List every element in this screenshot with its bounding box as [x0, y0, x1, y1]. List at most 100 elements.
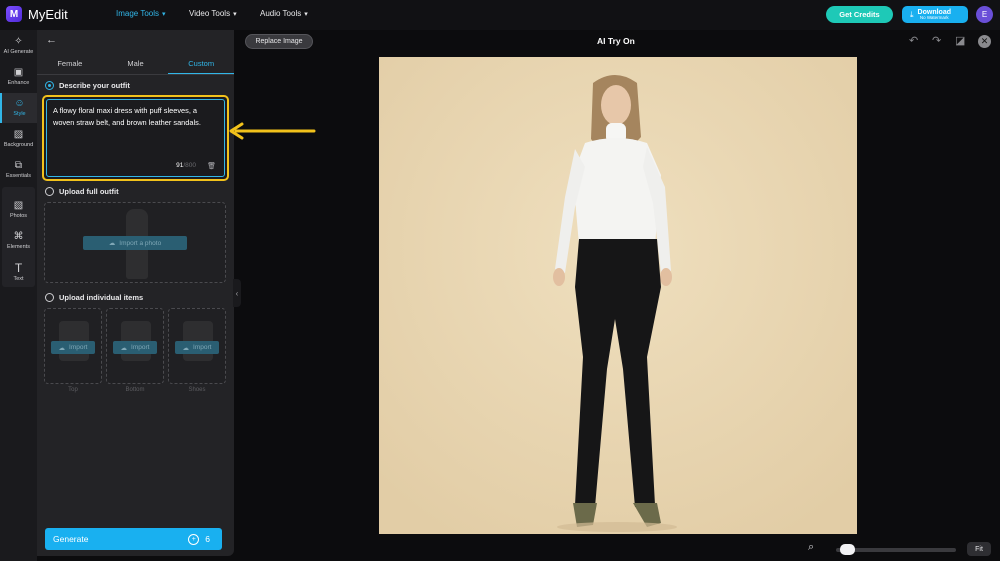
cloud-upload-icon: ☁: [58, 344, 66, 352]
rail-item-style[interactable]: ☺ Style: [0, 93, 37, 123]
import-bottom-button[interactable]: ☁ Import: [113, 341, 157, 354]
zoom-icon: ⌕: [808, 541, 815, 553]
rail-item-elements[interactable]: ⌘ Elements: [0, 226, 37, 256]
rail-item-essentials[interactable]: ⧉ Essentials: [0, 155, 37, 185]
app-logo[interactable]: M MyEdit: [6, 6, 68, 22]
chevron-down-icon: ▾: [304, 10, 308, 18]
rail-item-label: Essentials: [5, 173, 32, 179]
cloud-upload-icon: ☁: [108, 240, 116, 247]
background-icon: ▨: [13, 129, 24, 140]
rail-item-background[interactable]: ▨ Background: [0, 124, 37, 154]
download-button[interactable]: ⤓ Download No Watermark: [902, 6, 968, 23]
highlight-arrow-icon: [229, 122, 316, 140]
full-outfit-radio[interactable]: [45, 187, 54, 196]
nav-image-tools[interactable]: Image Tools ▾: [116, 9, 166, 18]
person-style-icon: ☺: [14, 98, 25, 109]
elements-icon: ⌘: [13, 231, 24, 242]
model-photo: [379, 57, 857, 534]
full-outfit-dropzone[interactable]: ☁ Import a photo: [44, 202, 226, 283]
nav-image-tools-label: Image Tools: [116, 9, 159, 18]
generate-cost: + 6: [188, 533, 210, 545]
describe-radio[interactable]: [45, 81, 54, 90]
collapse-panel-handle[interactable]: ‹: [233, 279, 241, 307]
logo-mark: M: [6, 6, 22, 22]
import-shoes-button[interactable]: ☁ Import: [175, 341, 219, 354]
import-shoes-label: Import: [193, 344, 212, 351]
top-dropzone[interactable]: ☁ Import: [44, 308, 102, 384]
close-icon[interactable]: ✕: [978, 35, 991, 48]
outfit-description-input[interactable]: A flowy floral maxi dress with puff slee…: [46, 99, 225, 177]
import-top-button[interactable]: ☁ Import: [51, 341, 95, 354]
download-icon: ⤓: [910, 9, 914, 19]
fit-button[interactable]: Fit: [967, 542, 991, 556]
rail-item-enhance[interactable]: ▣ Enhance: [0, 62, 37, 92]
tab-male[interactable]: Male: [103, 55, 169, 75]
avatar[interactable]: E: [976, 6, 993, 23]
photos-icon: ▧: [13, 200, 24, 211]
generate-cost-value: 6: [205, 534, 210, 544]
rail-item-label: Background: [3, 142, 34, 148]
text-icon: T: [14, 261, 23, 275]
page-title: AI Try On: [597, 36, 635, 46]
tab-custom[interactable]: Custom: [168, 55, 235, 75]
trash-icon[interactable]: 🗑: [207, 161, 216, 173]
outfit-description-highlight: A flowy floral maxi dress with puff slee…: [42, 95, 229, 181]
full-outfit-option[interactable]: Upload full outfit: [45, 187, 119, 196]
item-caption-bottom: Bottom: [125, 387, 145, 393]
undo-icon[interactable]: ↶: [909, 34, 918, 47]
nav-video-tools[interactable]: Video Tools ▾: [189, 9, 237, 18]
app-name: MyEdit: [28, 6, 68, 22]
rail-item-label: Enhance: [7, 80, 30, 86]
get-credits-button[interactable]: Get Credits: [826, 6, 893, 23]
download-sub-label: No Watermark: [919, 14, 949, 20]
rail-item-ai-generate[interactable]: ✧ AI Generate: [0, 31, 37, 61]
compare-icon[interactable]: ◪: [955, 34, 965, 47]
cloud-upload-icon: ☁: [120, 344, 128, 352]
zoom-slider-handle[interactable]: [840, 544, 856, 555]
tool-rail: ✧ AI Generate ▣ Enhance ☺ Style ▨ Backgr…: [0, 30, 37, 561]
individual-items-radio[interactable]: [45, 293, 54, 302]
back-arrow-icon[interactable]: ←: [46, 34, 57, 46]
model-photo-illustration: [379, 57, 857, 534]
magic-wand-icon: ✧: [14, 36, 23, 47]
describe-option[interactable]: Describe your outfit: [45, 81, 130, 90]
import-photo-button[interactable]: ☁ Import a photo: [83, 236, 187, 250]
rail-item-label: Elements: [7, 244, 30, 250]
full-outfit-label: Upload full outfit: [59, 187, 119, 196]
outfit-description-text: A flowy floral maxi dress with puff slee…: [53, 106, 201, 127]
chevron-down-icon: ▾: [233, 10, 237, 18]
nav-audio-tools[interactable]: Audio Tools ▾: [260, 9, 308, 18]
essentials-icon: ⧉: [14, 160, 23, 171]
bottom-dropzone[interactable]: ☁ Import: [106, 308, 164, 384]
generate-label: Generate: [53, 534, 89, 544]
rail-item-label: Text: [13, 276, 24, 282]
import-bottom-label: Import: [131, 344, 150, 351]
image-enhance-icon: ▣: [13, 67, 24, 78]
import-top-label: Import: [69, 344, 88, 351]
item-caption-shoes: Shoes: [188, 387, 206, 393]
generate-button[interactable]: Generate + 6: [45, 528, 222, 550]
rail-item-label: Photos: [9, 213, 28, 219]
import-photo-label: Import a photo: [119, 239, 162, 247]
individual-items-label: Upload individual items: [59, 293, 144, 302]
char-counter: 91/800: [176, 160, 196, 172]
describe-label: Describe your outfit: [59, 81, 130, 90]
tab-female[interactable]: Female: [37, 55, 103, 75]
rail-item-label: Style: [13, 111, 26, 117]
chevron-left-icon: ‹: [235, 288, 239, 298]
rail-item-text[interactable]: T Text: [0, 257, 37, 287]
individual-items-option[interactable]: Upload individual items: [45, 293, 143, 302]
rail-item-photos[interactable]: ▧ Photos: [0, 195, 37, 225]
credit-plus-icon: +: [188, 533, 200, 545]
item-caption-top: Top: [68, 387, 78, 393]
shoes-dropzone[interactable]: ☁ Import: [168, 308, 226, 384]
redo-icon[interactable]: ↷: [932, 34, 941, 47]
gender-tabs: Female Male Custom: [37, 55, 235, 75]
char-max: /800: [183, 161, 196, 169]
try-on-panel: ← Female Male Custom Describe your outfi…: [37, 30, 235, 556]
replace-image-button[interactable]: Replace Image: [245, 34, 313, 49]
nav-video-tools-label: Video Tools: [189, 9, 231, 18]
chevron-down-icon: ▾: [162, 10, 166, 18]
top-bar: M MyEdit Image Tools ▾ Video Tools ▾ Audio…: [0, 0, 1000, 30]
cloud-upload-icon: ☁: [182, 344, 190, 352]
